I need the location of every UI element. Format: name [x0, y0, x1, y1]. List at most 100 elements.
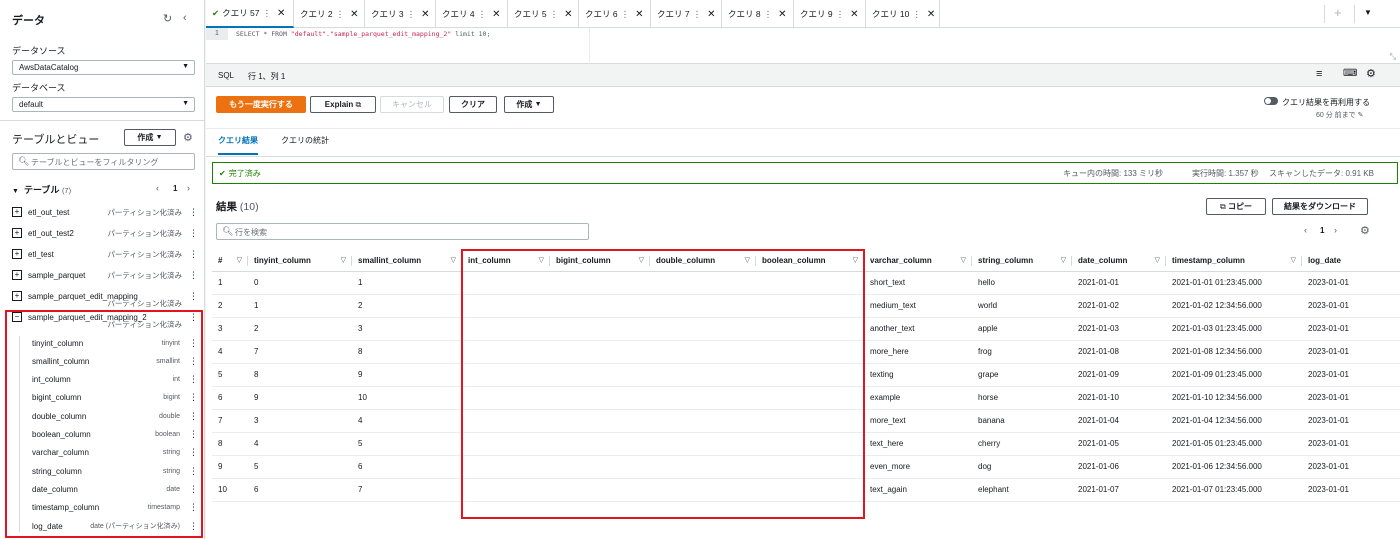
column-item[interactable]: varchar_column string ⋮ — [32, 444, 200, 462]
more-actions-icon[interactable]: ⋮ — [189, 502, 198, 513]
column-header[interactable]: smallint_column ▽ — [352, 251, 462, 272]
explain-button[interactable]: Explain ⧉ — [310, 96, 376, 113]
tab-menu-icon[interactable]: ⋮ — [262, 8, 271, 19]
sort-icon[interactable]: ▽ — [451, 256, 456, 264]
datasource-select[interactable]: AwsDataCatalog ▼ — [12, 60, 195, 75]
column-header[interactable]: bigint_column ▽ — [550, 251, 650, 272]
tables-section-header[interactable]: ▼ テーブル (7) — [12, 183, 71, 196]
cancel-button[interactable]: キャンセル — [380, 96, 444, 113]
close-icon[interactable]: ✕ — [707, 9, 715, 20]
column-header[interactable]: string_column ▽ — [972, 251, 1072, 272]
tab-query-stats[interactable]: クエリの統計 — [281, 135, 329, 155]
column-header[interactable]: date_column ▽ — [1072, 251, 1166, 272]
close-icon[interactable]: ✕ — [850, 9, 858, 20]
add-tab-icon[interactable]: + — [1334, 5, 1342, 20]
column-item[interactable]: smallint_column smallint ⋮ — [32, 352, 200, 370]
more-actions-icon[interactable]: ⋮ — [189, 374, 198, 385]
sql-code[interactable]: SELECT * FROM "default"."sample_parquet_… — [236, 30, 490, 38]
format-icon[interactable]: ≡ — [1316, 68, 1322, 80]
reuse-age[interactable]: 60 分 前まで ✎ — [1316, 110, 1364, 120]
more-actions-icon[interactable]: ⋮ — [189, 228, 198, 239]
column-item[interactable]: tinyint_column tinyint ⋮ — [32, 334, 200, 352]
tab-query-1[interactable]: ✔ クエリ 57 ⋮ ✕ — [206, 0, 294, 28]
tab-menu-icon[interactable]: ⋮ — [621, 9, 630, 20]
sort-icon[interactable]: ▽ — [1291, 256, 1296, 264]
table-filter-input[interactable]: 🔍︎ テーブルとビューをフィルタリング — [12, 153, 195, 170]
expand-icon[interactable]: + — [12, 291, 22, 301]
more-actions-icon[interactable]: ⋮ — [189, 249, 198, 260]
row-search-input[interactable]: 🔍︎ 行を検索 — [216, 223, 589, 240]
close-icon[interactable]: ✕ — [492, 9, 500, 20]
tab-menu-icon[interactable]: ⋮ — [764, 9, 773, 20]
tab-query-7[interactable]: クエリ 7 ⋮ ✕ — [651, 0, 722, 28]
tab-menu-icon[interactable]: ⋮ — [693, 9, 702, 20]
table-item[interactable]: + sample_parquet パーティション化済み ⋮ — [12, 266, 200, 284]
download-results-button[interactable]: 結果をダウンロード — [1272, 198, 1368, 215]
more-actions-icon[interactable]: ⋮ — [189, 521, 198, 532]
sort-icon[interactable]: ▽ — [639, 256, 644, 264]
close-icon[interactable]: ✕ — [635, 9, 643, 20]
reuse-toggle[interactable] — [1264, 97, 1278, 105]
more-actions-icon[interactable]: ⋮ — [189, 207, 198, 218]
column-header[interactable]: log_date — [1302, 251, 1400, 272]
more-actions-icon[interactable]: ⋮ — [189, 411, 198, 422]
table-item[interactable]: + etl_out_test パーティション化済み ⋮ — [12, 203, 200, 221]
more-actions-icon[interactable]: ⋮ — [189, 338, 198, 349]
column-item[interactable]: int_column int ⋮ — [32, 371, 200, 389]
expand-icon[interactable]: + — [12, 228, 22, 238]
tab-query-5[interactable]: クエリ 5 ⋮ ✕ — [508, 0, 579, 28]
table-item[interactable]: + etl_out_test2 パーティション化済み ⋮ — [12, 224, 200, 242]
sort-icon[interactable]: ▽ — [745, 256, 750, 264]
expand-icon[interactable]: + — [12, 270, 22, 280]
tab-menu-icon[interactable]: ⋮ — [836, 9, 845, 20]
tab-menu-icon[interactable]: ⋮ — [912, 9, 921, 20]
create-table-button[interactable]: 作成 ▼ — [124, 129, 176, 146]
more-actions-icon[interactable]: ⋮ — [189, 484, 198, 495]
column-header[interactable]: timestamp_column ▽ — [1166, 251, 1302, 272]
more-actions-icon[interactable]: ⋮ — [189, 356, 198, 367]
tab-query-3[interactable]: クエリ 3 ⋮ ✕ — [365, 0, 436, 28]
close-icon[interactable]: ✕ — [350, 9, 358, 20]
tab-menu-icon[interactable]: ⋮ — [336, 9, 345, 20]
table-item[interactable]: − sample_parquet_edit_mapping_2 パーティション化済み… — [12, 308, 200, 329]
column-item[interactable]: date_column date ⋮ — [32, 480, 200, 498]
more-actions-icon[interactable]: ⋮ — [189, 392, 198, 403]
more-actions-icon[interactable]: ⋮ — [189, 270, 198, 281]
sort-icon[interactable]: ▽ — [1061, 256, 1066, 264]
refresh-icon[interactable]: ↻ — [163, 12, 172, 25]
tab-menu-icon[interactable]: ⋮ — [407, 9, 416, 20]
create-button[interactable]: 作成 ▼ — [504, 96, 554, 113]
column-header[interactable]: int_column ▽ — [462, 251, 550, 272]
column-item[interactable]: double_column double ⋮ — [32, 407, 200, 425]
next-page-icon[interactable]: › — [1334, 225, 1337, 235]
rerun-button[interactable]: もう一度実行する — [216, 96, 306, 113]
prev-page-icon[interactable]: ‹ — [156, 183, 159, 193]
more-actions-icon[interactable]: ⋮ — [189, 429, 198, 440]
sort-icon[interactable]: ▽ — [539, 256, 544, 264]
more-actions-icon[interactable]: ⋮ — [189, 312, 198, 323]
column-header[interactable]: double_column ▽ — [650, 251, 756, 272]
collapse-icon[interactable]: ‹ — [183, 12, 187, 24]
column-header[interactable]: tinyint_column ▽ — [248, 251, 352, 272]
column-header[interactable]: boolean_column ▽ — [756, 251, 864, 272]
sql-editor[interactable]: 1 SELECT * FROM "default"."sample_parque… — [206, 28, 1400, 64]
settings-icon[interactable]: ⚙ — [1366, 67, 1376, 80]
tab-query-9[interactable]: クエリ 9 ⋮ ✕ — [794, 0, 866, 28]
table-item[interactable]: + sample_parquet_edit_mapping パーティション化済み ⋮ — [12, 287, 200, 308]
gear-icon[interactable]: ⚙ — [183, 131, 193, 144]
column-item[interactable]: timestamp_column timestamp ⋮ — [32, 499, 200, 517]
close-icon[interactable]: ✕ — [564, 9, 572, 20]
tab-query-2[interactable]: クエリ 2 ⋮ ✕ — [294, 0, 365, 28]
tab-query-6[interactable]: クエリ 6 ⋮ ✕ — [579, 0, 651, 28]
table-item[interactable]: + etl_test パーティション化済み ⋮ — [12, 245, 200, 263]
tab-query-10[interactable]: クエリ 10 ⋮ ✕ — [866, 0, 940, 28]
close-icon[interactable]: ✕ — [778, 9, 786, 20]
column-item[interactable]: string_column string ⋮ — [32, 462, 200, 480]
prev-page-icon[interactable]: ‹ — [1304, 225, 1307, 235]
copy-button[interactable]: ⧉ コピー — [1206, 198, 1266, 215]
close-icon[interactable]: ✕ — [421, 9, 429, 20]
column-header[interactable]: # ▽ — [212, 251, 248, 272]
more-actions-icon[interactable]: ⋮ — [189, 466, 198, 477]
column-item[interactable]: bigint_column bigint ⋮ — [32, 389, 200, 407]
collapse-icon[interactable]: − — [12, 312, 22, 322]
